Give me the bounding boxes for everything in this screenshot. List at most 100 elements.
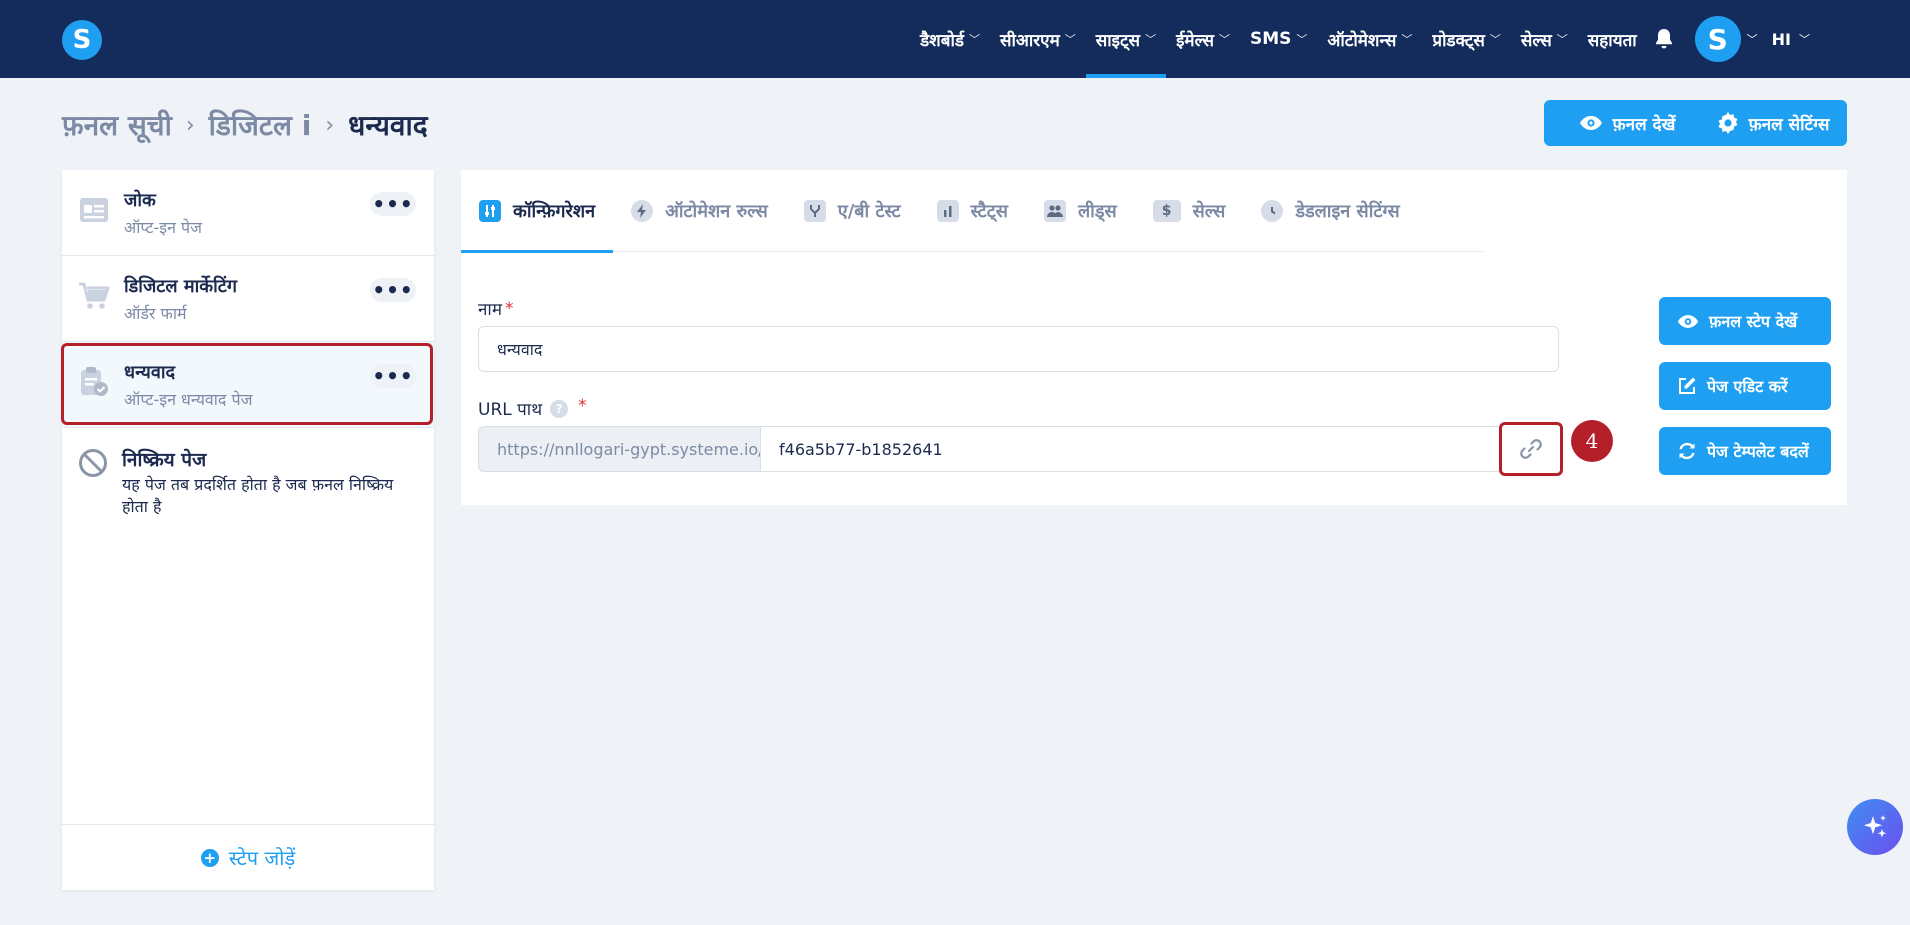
funnel-step-item[interactable]: जोक ऑप्ट-इन पेज ••• xyxy=(62,170,434,256)
main-nav: डैशबोर्ड ﹀ सीआरएम ﹀ साइट्स ﹀ ईमेल्स ﹀ SMS ﹀ ऑ… xyxy=(910,0,1810,78)
users-icon xyxy=(1043,200,1066,222)
add-step-button[interactable]: + स्टेप जोड़ें xyxy=(62,824,434,890)
url-path-input[interactable]: f46a5b77-b1852641 xyxy=(760,426,1502,472)
breadcrumb: फ़नल सूची › डिजिटल i › धन्यवाद xyxy=(62,106,428,144)
url-path-label: URL पाथ ? * xyxy=(478,395,587,421)
tab-label: ए/बी टेस्ट xyxy=(837,201,901,222)
chevron-down-icon: ﹀ xyxy=(1145,33,1157,46)
language-selector[interactable]: HI ﹀ xyxy=(1772,30,1810,49)
tab-configuration[interactable]: कॉन्फ़िगरेशन xyxy=(461,170,614,253)
nav-sites[interactable]: साइट्स ﹀ xyxy=(1085,0,1167,78)
user-avatar[interactable]: S xyxy=(1694,16,1741,62)
tab-stats[interactable]: स्टैट्स xyxy=(919,170,1026,252)
name-input[interactable]: धन्यवाद xyxy=(478,326,1559,372)
sliders-icon xyxy=(479,200,501,222)
inactive-page-description: यह पेज तब प्रदर्शित होता है जब फ़नल निष्… xyxy=(122,475,394,516)
breadcrumb-current: धन्यवाद xyxy=(348,109,428,142)
tab-label: कॉन्फ़िगरेशन xyxy=(513,201,596,222)
clock-icon xyxy=(1261,200,1284,222)
nav-sales[interactable]: सेल्स ﹀ xyxy=(1511,0,1578,78)
tab-automation-rules[interactable]: ऑटोमेशन रुल्स xyxy=(613,170,786,252)
view-funnel-step-button[interactable]: फ़नल स्टेप देखें xyxy=(1659,297,1831,345)
breadcrumb-funnel-list[interactable]: फ़नल सूची xyxy=(62,106,172,144)
help-icon[interactable]: ? xyxy=(550,399,569,418)
required-mark: * xyxy=(505,298,514,319)
chevron-right-icon: › xyxy=(185,112,195,138)
chevron-down-icon[interactable]: ﹀ xyxy=(1747,31,1758,47)
step-subtitle: ऑप्ट-इन पेज xyxy=(124,218,202,237)
systeme-logo[interactable]: S xyxy=(62,20,102,60)
nav-emails[interactable]: ईमेल्स ﹀ xyxy=(1166,0,1240,78)
breadcrumb-funnel[interactable]: डिजिटल i xyxy=(209,106,312,144)
bolt-icon xyxy=(631,200,654,222)
tab-label: ऑटोमेशन रुल्स xyxy=(665,201,768,222)
inactive-page-title: निष्क्रिय पेज xyxy=(122,449,207,471)
step-title: डिजिटल मार्केटिंग xyxy=(124,276,237,297)
language-label: HI xyxy=(1771,29,1791,49)
split-icon xyxy=(803,200,826,222)
prohibited-icon xyxy=(78,448,108,482)
step-menu-button[interactable]: ••• xyxy=(370,278,416,302)
tab-sales[interactable]: $ सेल्स xyxy=(1135,170,1244,252)
tab-label: डेडलाइन सेटिंग्स xyxy=(1295,201,1400,222)
chevron-down-icon: ﹀ xyxy=(1556,33,1568,46)
eye-icon xyxy=(1579,116,1602,130)
step-menu-button[interactable]: ••• xyxy=(370,364,416,388)
chevron-down-icon: ﹀ xyxy=(1218,33,1230,46)
step-subtitle: ऑप्ट-इन धन्यवाद पेज xyxy=(124,390,253,409)
chevron-down-icon: ﹀ xyxy=(1064,33,1076,46)
step-config-card: कॉन्फ़िगरेशन ऑटोमेशन रुल्स ए/बी टेस्ट स्… xyxy=(461,170,1847,505)
chevron-down-icon: ﹀ xyxy=(1489,33,1501,46)
step-menu-button[interactable]: ••• xyxy=(370,192,416,216)
plus-circle-icon: + xyxy=(200,848,219,867)
view-funnel-button[interactable]: फ़नल देखें xyxy=(1544,100,1710,146)
name-field-label: नाम * xyxy=(478,297,514,321)
nav-label: साइट्स xyxy=(1095,30,1141,51)
nav-label: सहायता xyxy=(1587,30,1637,51)
change-page-template-button[interactable]: पेज टेम्पलेट बदलें xyxy=(1659,427,1831,475)
edit-page-button[interactable]: पेज एडिट करें xyxy=(1659,362,1831,410)
nav-automations[interactable]: ऑटोमेशन्स ﹀ xyxy=(1317,0,1422,78)
tab-leads[interactable]: लीड्स xyxy=(1026,170,1135,252)
funnel-step-item-selected[interactable]: धन्यवाद ऑप्ट-इन धन्यवाद पेज ••• xyxy=(62,342,434,428)
nav-label: ऑटोमेशन्स xyxy=(1327,30,1397,51)
chevron-right-icon: › xyxy=(325,112,335,138)
edit-icon xyxy=(1679,377,1696,394)
funnel-step-item[interactable]: डिजिटल मार्केटिंग ऑर्डर फार्म ••• xyxy=(62,256,434,342)
link-icon xyxy=(1520,439,1542,459)
eye-icon xyxy=(1677,314,1699,328)
nav-label: प्रोडक्ट्स xyxy=(1432,30,1485,51)
funnel-settings-button[interactable]: फ़नल सेटिंग्स xyxy=(1699,100,1847,146)
step-subtitle: ऑर्डर फार्म xyxy=(124,304,187,323)
view-funnel-label: फ़नल देखें xyxy=(1612,114,1676,135)
step-title: जोक xyxy=(124,190,156,211)
ai-assistant-button[interactable] xyxy=(1847,799,1903,855)
bell-icon[interactable] xyxy=(1647,0,1681,78)
nav-products[interactable]: प्रोडक्ट्स ﹀ xyxy=(1422,0,1511,78)
nav-help[interactable]: सहायता xyxy=(1578,0,1647,78)
url-label-text: URL पाथ xyxy=(478,400,543,420)
bar-chart-icon xyxy=(936,200,959,222)
edit-page-label: पेज एडिट करें xyxy=(1707,377,1788,396)
chevron-down-icon: ﹀ xyxy=(1296,33,1308,46)
add-step-label: स्टेप जोड़ें xyxy=(228,846,296,870)
tab-ab-test[interactable]: ए/बी टेस्ट xyxy=(786,170,919,252)
copy-link-button[interactable] xyxy=(1499,422,1563,476)
clipboard-check-icon xyxy=(78,366,110,398)
url-domain-prefix: https://nnllogari-gypt.systeme.io/ xyxy=(478,426,764,472)
nav-label: ईमेल्स xyxy=(1176,30,1214,51)
tab-deadline-settings[interactable]: डेडलाइन सेटिंग्स xyxy=(1243,170,1417,252)
cart-icon xyxy=(78,280,110,312)
gear-icon xyxy=(1718,112,1738,134)
name-label-text: नाम xyxy=(478,300,503,320)
required-mark: * xyxy=(578,395,587,416)
refresh-icon xyxy=(1679,442,1695,460)
tab-label: लीड्स xyxy=(1077,201,1117,222)
chevron-down-icon: ﹀ xyxy=(1401,33,1413,46)
funnel-steps-panel: जोक ऑप्ट-इन पेज ••• डिजिटल मार्केटिंग ऑर… xyxy=(61,170,434,890)
nav-crm[interactable]: सीआरएम ﹀ xyxy=(990,0,1086,78)
nav-label: सेल्स xyxy=(1520,30,1552,51)
nav-dashboard[interactable]: डैशबोर्ड ﹀ xyxy=(910,0,990,78)
nav-label: SMS xyxy=(1249,29,1292,49)
nav-sms[interactable]: SMS ﹀ xyxy=(1240,0,1317,78)
